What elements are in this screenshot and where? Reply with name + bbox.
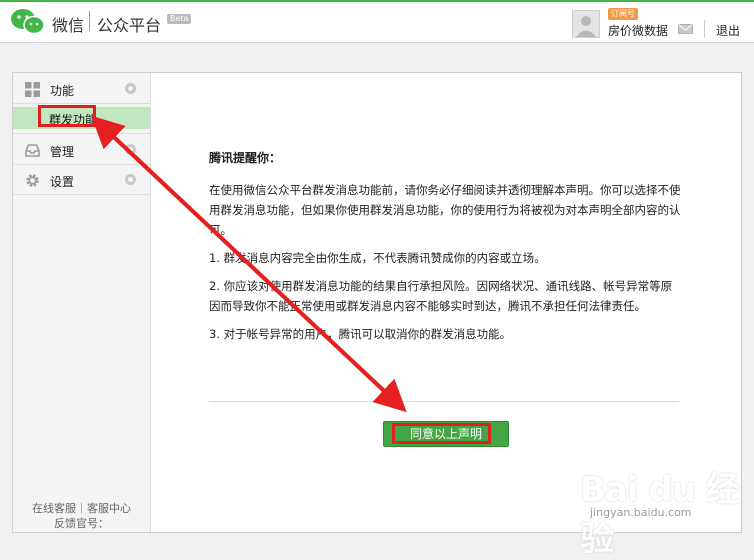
sidebar-divider xyxy=(13,133,150,134)
watermark-url: jingyan.baidu.com xyxy=(590,506,692,519)
sidebar-divider xyxy=(13,194,150,195)
notice-item-2: 2. 你应该对使用群发消息功能的结果自行承担风险。因网络状况、通讯线路、帐号异常… xyxy=(209,279,673,313)
feedback-account: 反馈官号： xyxy=(54,517,109,530)
header-accent-line xyxy=(0,0,754,2)
gear-icon xyxy=(125,174,136,185)
brand-platform: 公众平台 xyxy=(97,16,162,35)
sidebar: 功能 群发功能 管理 设置 在线客服｜客服中心 反馈官号： xyxy=(13,73,151,532)
sidebar-divider xyxy=(13,164,150,165)
user-silhouette-icon xyxy=(576,16,596,37)
notice-item-1: 1. 群发消息内容完全由你生成，不代表腾讯赞成你的内容或立场。 xyxy=(209,251,546,265)
subscription-badge: 订阅号 xyxy=(608,8,638,20)
wechat-logo-icon xyxy=(11,9,45,35)
logout-link[interactable]: 退出 xyxy=(716,22,740,39)
notice-item-3: 3. 对于帐号异常的用户，腾讯可以取消你的群发消息功能。 xyxy=(209,327,512,341)
mail-icon[interactable] xyxy=(678,24,693,34)
brand-wechat: 微信 xyxy=(52,16,85,35)
sidebar-group-settings[interactable]: 设置 xyxy=(13,166,150,194)
sidebar-group-function[interactable]: 功能 xyxy=(13,75,150,103)
sidebar-group-manage-label: 管理 xyxy=(50,145,75,159)
notice-content: 腾讯提醒你： 在使用微信公众平台群发消息功能前，请你务必仔细阅读并透彻理解本声明… xyxy=(209,149,681,352)
highlight-box-menu xyxy=(38,105,96,127)
grid-icon xyxy=(25,82,40,97)
settings-gear-icon xyxy=(26,174,39,187)
notice-title: 腾讯提醒你： xyxy=(209,151,282,165)
baidu-watermark: Bai du 经验 jingyan.baidu.com xyxy=(580,462,740,559)
header-bar: 微信 公众平台 Beta 订阅号 房价微数据 退出 xyxy=(0,0,754,43)
inbox-icon xyxy=(25,144,40,157)
support-links[interactable]: 在线客服｜客服中心 xyxy=(13,501,150,516)
avatar[interactable] xyxy=(572,10,600,38)
sidebar-group-function-label: 功能 xyxy=(50,84,75,98)
highlight-box-button xyxy=(392,423,491,444)
sidebar-divider xyxy=(13,103,150,104)
sidebar-footer: 在线客服｜客服中心 反馈官号： xyxy=(13,501,150,531)
account-name[interactable]: 房价微数据 xyxy=(608,22,668,39)
notice-paragraph: 在使用微信公众平台群发消息功能前，请你务必仔细阅读并透彻理解本声明。你可以选择不… xyxy=(209,183,681,237)
sidebar-group-settings-label: 设置 xyxy=(50,175,75,189)
gear-icon xyxy=(125,144,136,155)
header-divider xyxy=(704,20,705,38)
content-divider xyxy=(209,401,679,402)
sidebar-group-manage[interactable]: 管理 xyxy=(13,136,150,164)
brand-divider xyxy=(89,11,90,31)
beta-badge: Beta xyxy=(167,14,192,24)
gear-icon xyxy=(125,83,136,94)
